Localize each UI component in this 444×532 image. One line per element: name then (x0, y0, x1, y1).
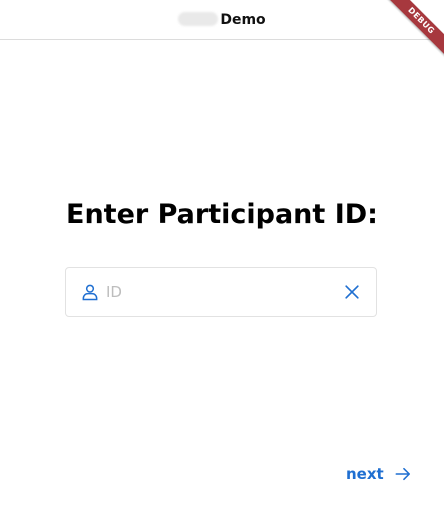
participant-id-field[interactable] (65, 267, 377, 317)
arrow-right-icon (395, 467, 410, 481)
next-button-label: next (346, 465, 384, 483)
person-icon (82, 284, 98, 301)
participant-id-input[interactable] (106, 280, 326, 304)
debug-ribbon: DEBUG (384, 0, 444, 60)
app-bar-title: Demo (0, 12, 444, 28)
app-bar-title-text: Demo (220, 12, 266, 28)
app-bar: Demo (0, 0, 444, 40)
clear-icon[interactable] (342, 282, 362, 302)
debug-banner-label: DEBUG (384, 0, 444, 58)
app-screen: Demo DEBUG Enter Participant ID: next (0, 0, 444, 532)
page-heading: Enter Participant ID: (66, 199, 378, 230)
next-button[interactable]: next (340, 460, 412, 488)
redacted-title-prefix (178, 12, 219, 26)
